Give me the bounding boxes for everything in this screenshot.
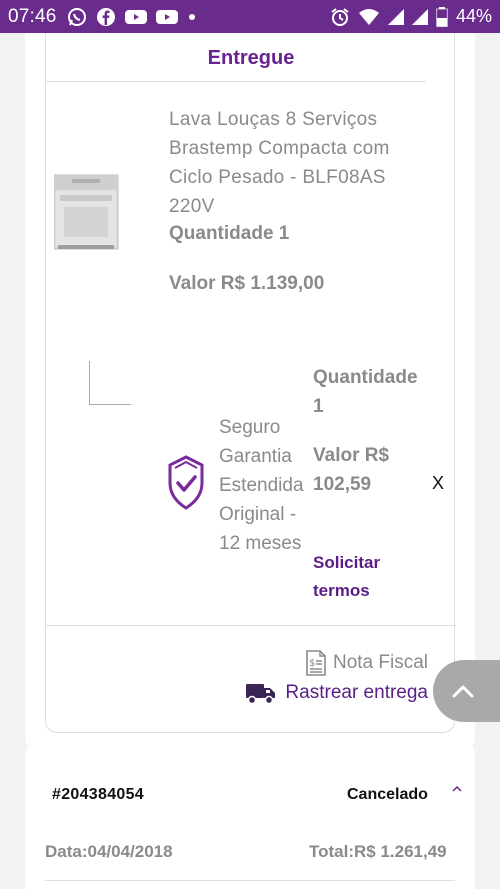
insurance-quantity: Quantidade 1 — [313, 367, 418, 417]
alarm-icon — [331, 7, 349, 26]
whatsapp-icon — [67, 7, 86, 26]
signal-icon — [387, 8, 404, 25]
order-card: Entregue Lava Louças 8 Serviços Brastemp… — [25, 33, 475, 753]
remove-insurance-button[interactable]: X — [432, 473, 444, 494]
track-delivery-label: Rastrear entrega — [285, 682, 428, 703]
divider — [46, 625, 456, 626]
battery-icon — [435, 6, 448, 27]
clock: 07:46 — [8, 5, 57, 27]
wifi-icon — [358, 8, 379, 25]
nota-fiscal-label: Nota Fiscal — [332, 652, 428, 673]
invoice-icon: $ — [306, 650, 326, 676]
order-card[interactable]: #204384054 Cancelado Data:04/04/2018 Tot… — [25, 740, 475, 889]
track-delivery-button[interactable]: Rastrear entrega — [245, 681, 428, 705]
product-name[interactable]: Lava Louças 8 Serviços Brastemp Compacta… — [169, 105, 429, 221]
product-quantity: Quantidade 1 — [169, 223, 290, 244]
scroll-to-top-button[interactable] — [433, 660, 500, 722]
battery-percent: 44% — [455, 6, 492, 26]
nota-fiscal-button[interactable]: $ Nota Fiscal — [305, 650, 428, 676]
youtube-icon — [124, 9, 147, 24]
insurance-price: Valor R$ 102,59 — [313, 445, 390, 495]
product-image[interactable] — [54, 173, 120, 251]
truck-icon — [246, 684, 276, 705]
divider — [45, 880, 455, 881]
order-date: Data:04/04/2018 — [45, 842, 173, 861]
order-status: Cancelado — [347, 786, 428, 803]
insurance-name: Seguro Garantia Estendida Original - 12 … — [219, 417, 304, 554]
shield-check-icon — [168, 455, 204, 510]
order-total: Total:R$ 1.261,49 — [309, 842, 447, 861]
facebook-icon — [96, 7, 115, 26]
youtube-icon — [155, 9, 178, 24]
dot-icon — [188, 13, 195, 20]
request-terms-link[interactable]: Solicitar termos — [313, 549, 403, 605]
divider — [46, 81, 426, 82]
expand-icon[interactable] — [452, 780, 462, 796]
status-bar: 07:46 44% — [0, 0, 500, 33]
chevron-up-icon — [452, 685, 474, 698]
connector-line — [89, 361, 131, 405]
signal-icon — [411, 8, 428, 25]
order-details: Entregue Lava Louças 8 Serviços Brastemp… — [45, 33, 456, 733]
order-number: #204384054 — [52, 786, 144, 803]
svg-text:$: $ — [309, 658, 315, 669]
order-status-title: Entregue — [207, 47, 295, 69]
product-price: Valor R$ 1.139,00 — [169, 273, 325, 294]
